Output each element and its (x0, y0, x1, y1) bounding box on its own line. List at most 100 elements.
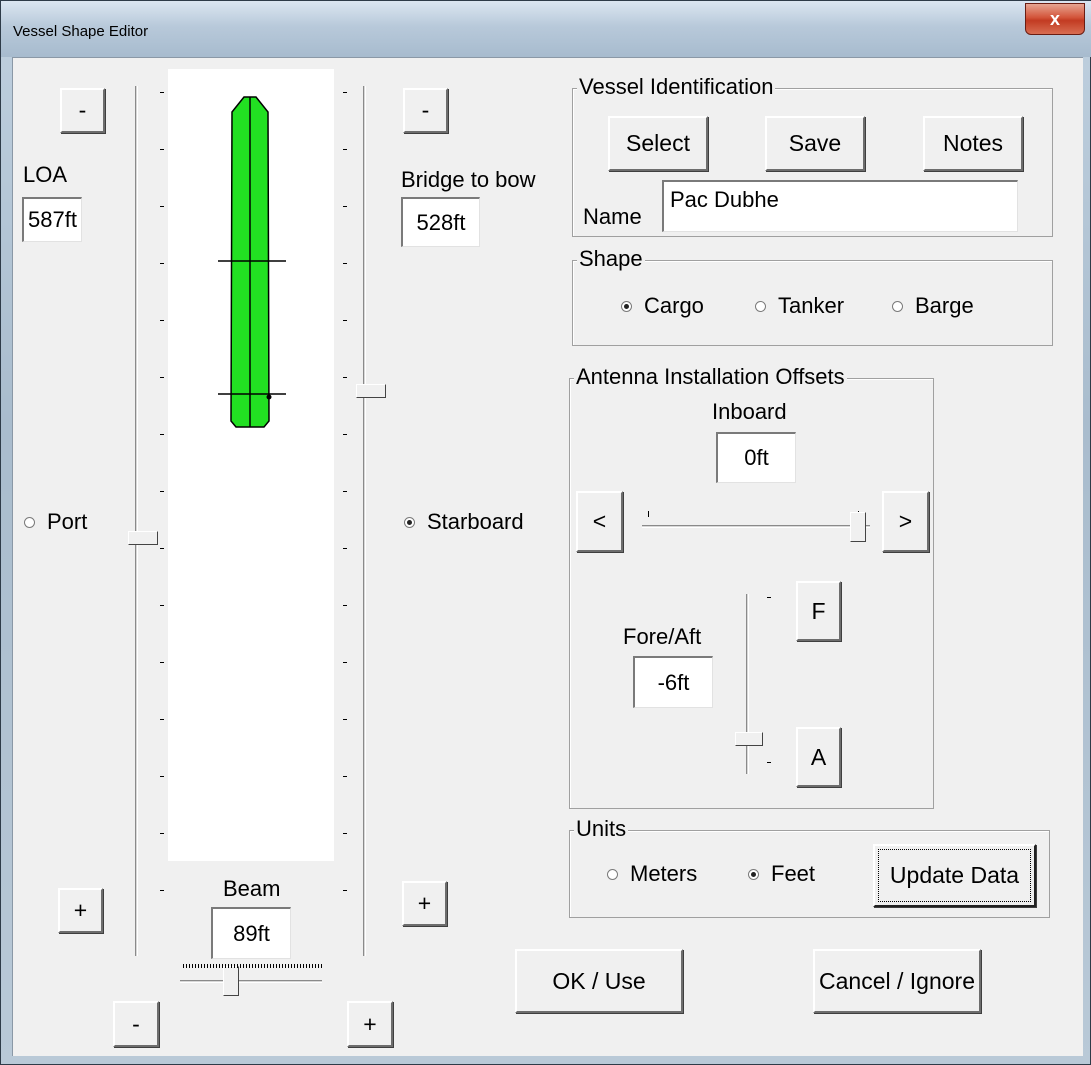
slider-tick (228, 964, 229, 968)
antenna-position-dot (266, 394, 272, 400)
aft-button[interactable]: A (796, 727, 841, 787)
barge-radio-indicator (892, 300, 903, 312)
units-title: Units (574, 816, 629, 842)
save-button-label: Save (788, 130, 842, 156)
slider-tick (210, 964, 211, 968)
slider-tick (315, 964, 316, 968)
slider-tick (189, 964, 190, 968)
slider-tick (160, 776, 164, 777)
chevron-left-icon: < (592, 508, 607, 534)
shape-radio-tanker[interactable]: Tanker (755, 293, 844, 319)
slider-tick (219, 964, 220, 968)
slider-tick (192, 964, 193, 968)
bridge-decrease-button[interactable]: - (403, 88, 448, 133)
fore-button-label: F (811, 597, 826, 624)
slider-tick (294, 964, 295, 968)
cancel-ignore-button[interactable]: Cancel / Ignore (813, 949, 981, 1013)
notes-button[interactable]: Notes (923, 116, 1023, 171)
beam-decrease-button[interactable]: - (113, 1001, 159, 1047)
bridge-increase-label: + (417, 890, 432, 916)
close-icon: x (1049, 8, 1060, 29)
title-bar[interactable]: Vessel Shape Editor x (1, 1, 1091, 57)
vessel-preview-canvas (168, 69, 334, 861)
slider-tick (343, 662, 347, 663)
slider-tick (279, 964, 280, 968)
fore-aft-value-field[interactable]: -6ft (633, 656, 713, 708)
shape-radio-cargo[interactable]: Cargo (621, 293, 704, 319)
beam-slider-track[interactable] (180, 980, 322, 983)
inboard-left-button[interactable]: < (576, 491, 623, 552)
beam-slider-thumb[interactable] (223, 966, 239, 996)
save-button[interactable]: Save (765, 116, 865, 171)
slider-tick (343, 263, 347, 264)
slider-tick (195, 964, 196, 968)
vessel-shape-editor-window: Vessel Shape Editor x - LOA 587ft + Port… (0, 0, 1091, 1065)
beam-increase-button[interactable]: + (347, 1001, 393, 1047)
slider-tick (160, 833, 164, 834)
fore-aft-slider-thumb[interactable] (735, 732, 763, 746)
starboard-label: Starboard (427, 509, 524, 534)
update-data-button[interactable]: Update Data (873, 844, 1036, 907)
loa-slider-track[interactable] (135, 86, 138, 956)
inboard-value-field[interactable]: 0ft (716, 432, 796, 483)
ok-use-button[interactable]: OK / Use (515, 949, 683, 1013)
inboard-slider-thumb[interactable] (850, 512, 866, 542)
slider-tick (343, 149, 347, 150)
units-group: Units Meters Feet Update Data (569, 816, 1050, 918)
close-button[interactable]: x (1025, 3, 1085, 35)
cargo-radio-indicator (621, 300, 632, 312)
vessel-name-input[interactable]: Pac Dubhe (662, 180, 1018, 232)
units-radio-feet[interactable]: Feet (748, 861, 815, 887)
window-title: Vessel Shape Editor (13, 23, 149, 40)
starboard-radio-indicator (404, 516, 415, 528)
cargo-label: Cargo (644, 293, 704, 318)
slider-tick (234, 964, 235, 968)
bridge-value-field[interactable]: 528ft (401, 197, 480, 247)
select-button[interactable]: Select (608, 116, 708, 171)
slider-tick (231, 964, 232, 968)
bridge-slider-track[interactable] (363, 86, 366, 956)
slider-tick (343, 206, 347, 207)
bridge-to-bow-label: Bridge to bow (401, 167, 536, 192)
slider-tick (160, 92, 164, 93)
slider-tick (343, 548, 347, 549)
slider-tick (160, 377, 164, 378)
slider-tick (160, 719, 164, 720)
loa-increase-button[interactable]: + (58, 888, 103, 933)
slider-tick (312, 964, 313, 968)
port-radio[interactable]: Port (24, 509, 87, 535)
shape-group: Shape Cargo Tanker Barge (572, 246, 1053, 346)
loa-value-field[interactable]: 587ft (22, 197, 82, 242)
inboard-right-button[interactable]: > (882, 491, 929, 552)
meters-radio-indicator (607, 868, 618, 880)
fore-aft-label: Fore/Aft (623, 624, 702, 649)
beam-decrease-label: - (132, 1010, 140, 1037)
shape-radio-barge[interactable]: Barge (892, 293, 974, 319)
inboard-tick-min (648, 511, 649, 517)
bridge-increase-button[interactable]: + (402, 881, 447, 926)
beam-value-field[interactable]: 89ft (211, 907, 291, 959)
fore-button[interactable]: F (796, 581, 841, 641)
port-radio-indicator (24, 516, 35, 528)
slider-tick (207, 964, 208, 968)
meters-label: Meters (630, 861, 698, 886)
inboard-label: Inboard (712, 399, 787, 424)
tanker-radio-indicator (755, 300, 766, 312)
feet-radio-indicator (748, 868, 759, 880)
bridge-slider-thumb[interactable] (356, 384, 386, 398)
slider-tick (160, 434, 164, 435)
loa-slider-thumb[interactable] (128, 531, 158, 545)
loa-increase-label: + (73, 897, 88, 923)
units-radio-meters[interactable]: Meters (607, 861, 697, 887)
name-label: Name (583, 204, 642, 229)
slider-tick (240, 964, 241, 968)
slider-tick (160, 320, 164, 321)
inboard-slider-track[interactable] (642, 525, 870, 528)
starboard-radio[interactable]: Starboard (404, 509, 524, 535)
slider-tick (297, 964, 298, 968)
chevron-right-icon: > (898, 508, 913, 534)
aft-button-label: A (810, 743, 827, 770)
slider-tick (343, 890, 347, 891)
loa-decrease-button[interactable]: - (60, 88, 105, 133)
fore-aft-slider-track[interactable] (746, 594, 749, 774)
